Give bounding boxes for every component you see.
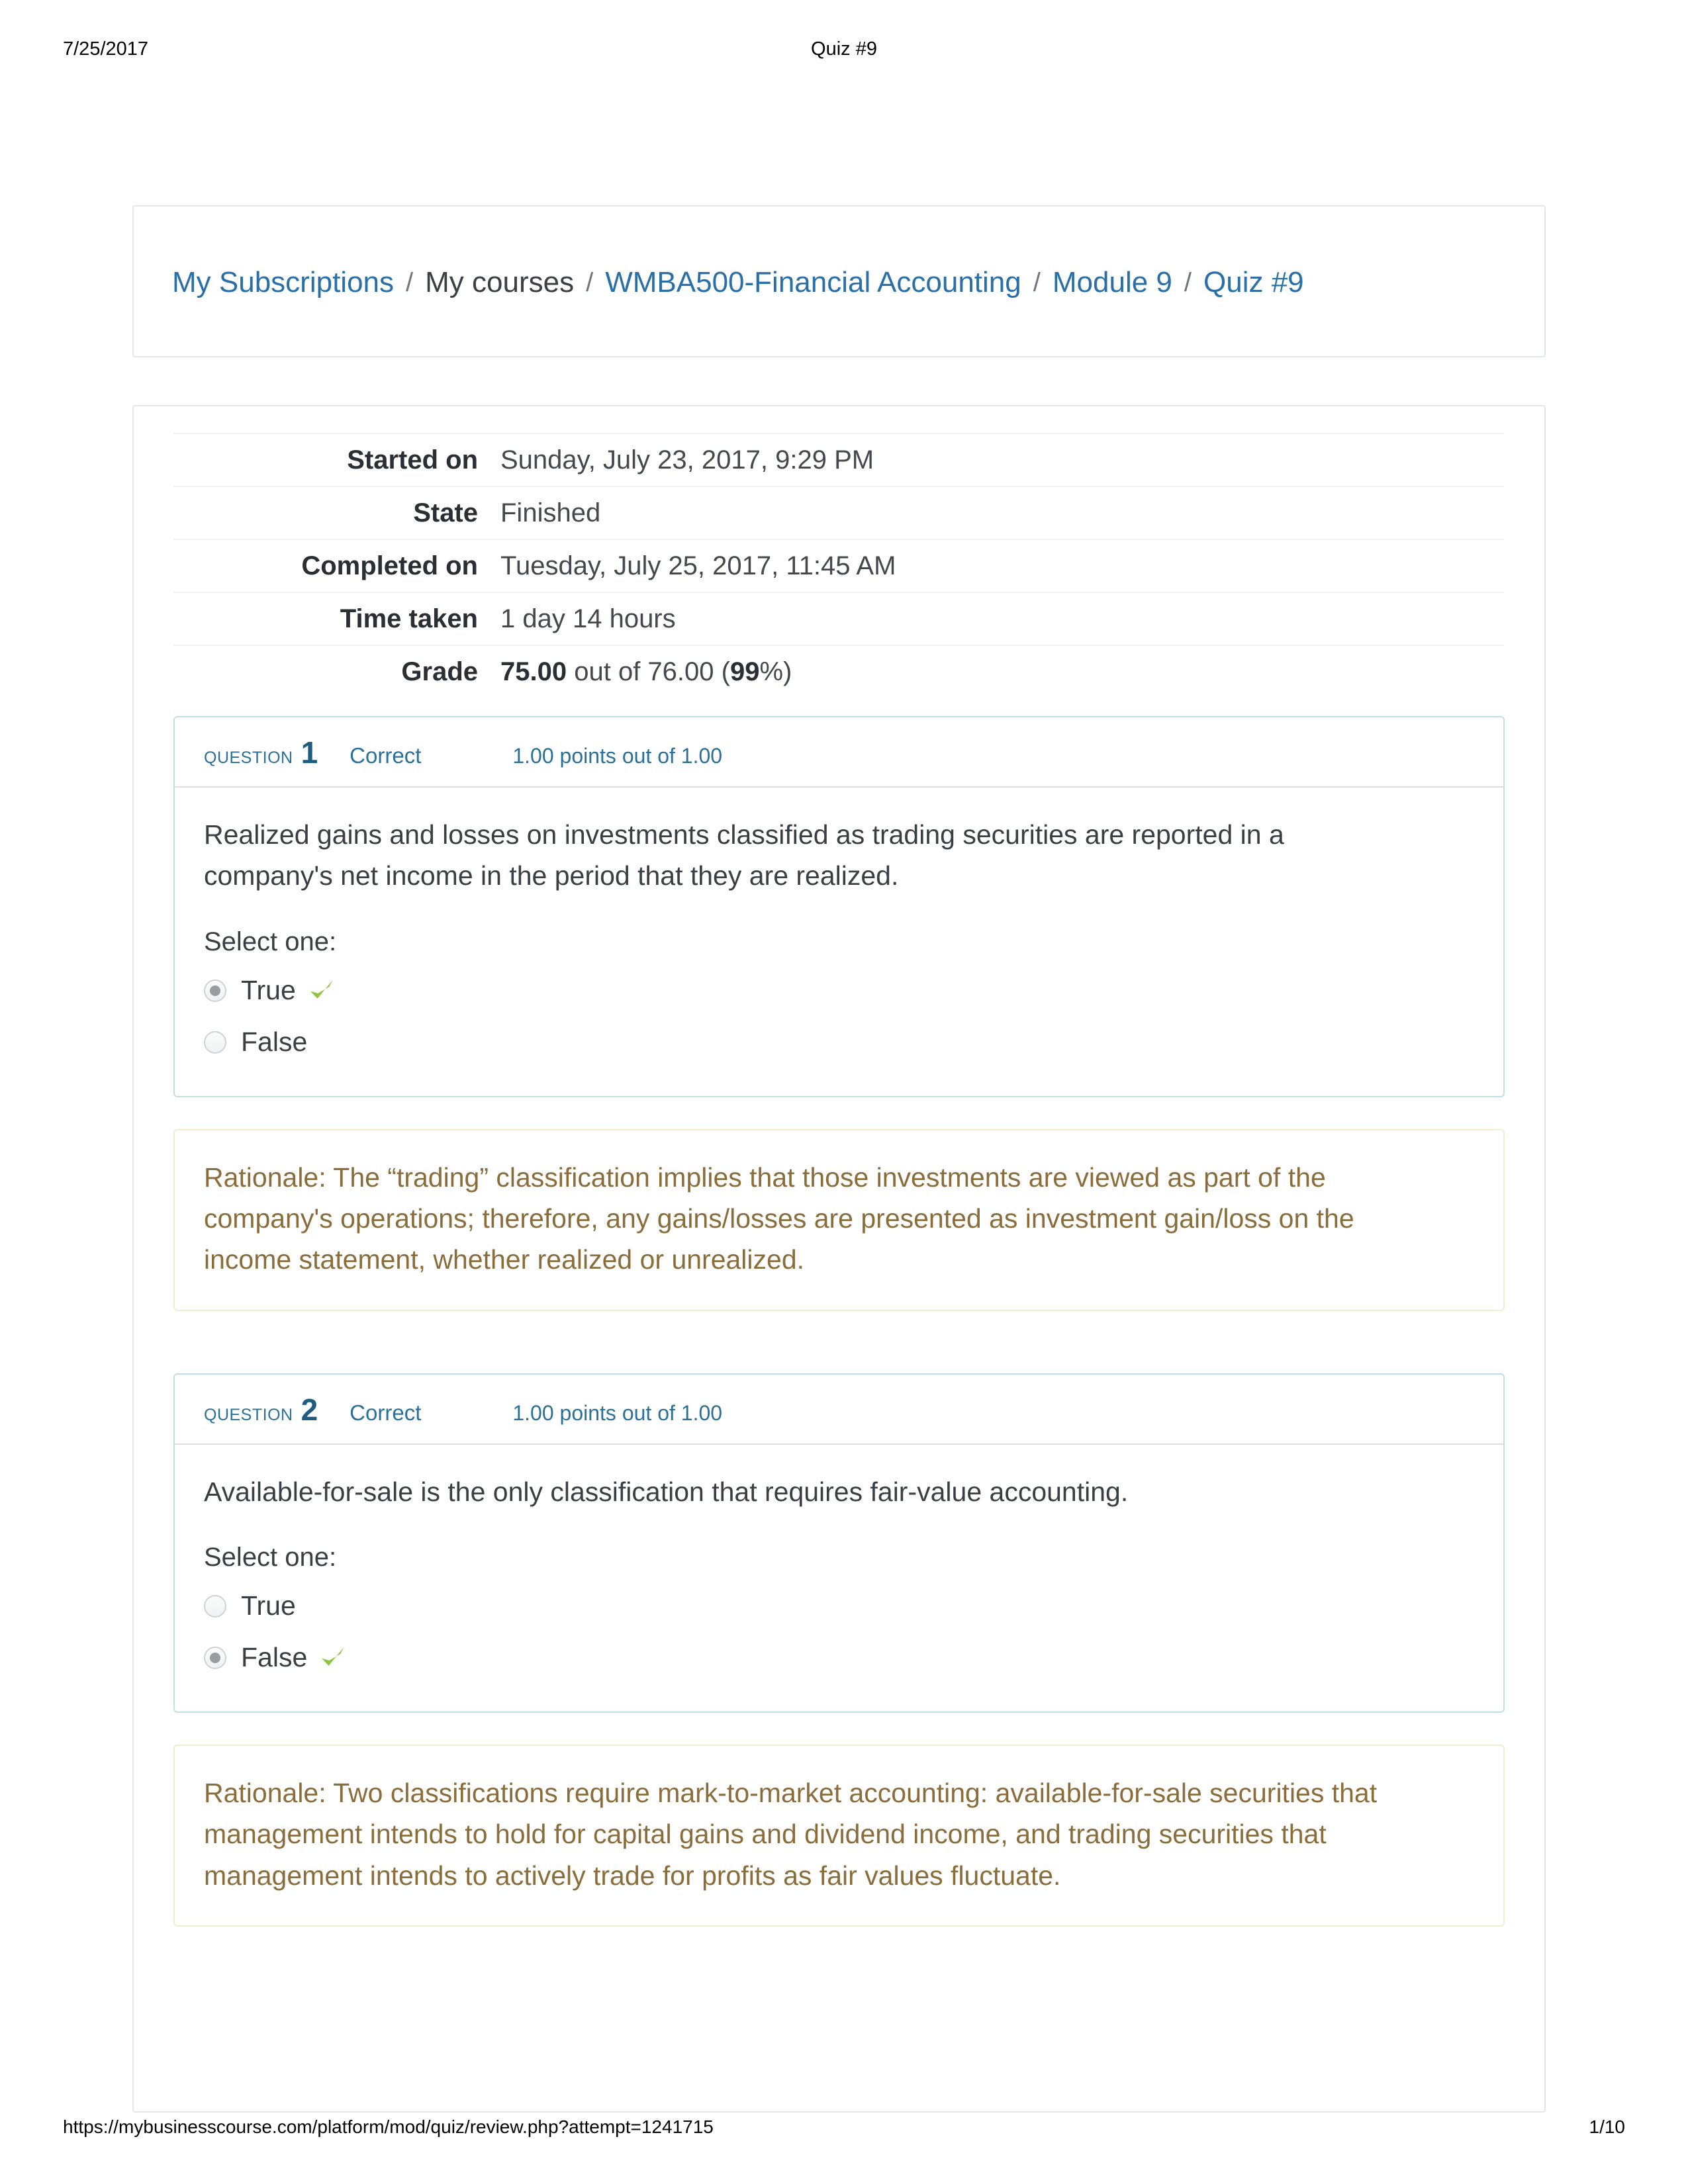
print-header: 7/25/2017 Quiz #9 — [0, 38, 1688, 65]
breadcrumb: My Subscriptions / My courses / WMBA500-… — [172, 206, 1304, 359]
print-title: Quiz #9 — [811, 38, 877, 60]
table-row: Completed on Tuesday, July 25, 2017, 11:… — [173, 539, 1504, 592]
rationale-text: Rationale: Two classifications require m… — [204, 1777, 1378, 1891]
question-header-1: Question 1 Correct 1.00 points out of 1.… — [175, 717, 1503, 788]
question-marks: 1.00 points out of 1.00 — [512, 1400, 723, 1425]
grade-score: 75.00 — [500, 657, 567, 686]
rationale-text: Rationale: The “trading” classification … — [204, 1161, 1354, 1275]
breadcrumb-item-quiz[interactable]: Quiz #9 — [1203, 266, 1304, 299]
breadcrumb-separator: / — [1033, 267, 1041, 297]
table-row: Time taken 1 day 14 hours — [173, 592, 1504, 645]
question-word-label: Question — [204, 741, 293, 768]
grade-percent: 99 — [729, 657, 760, 686]
breadcrumb-separator: / — [586, 267, 594, 297]
question-number: 2 — [301, 1392, 318, 1427]
select-one-prompt: Select one: — [204, 1542, 337, 1572]
summary-value-time-taken: 1 day 14 hours — [500, 604, 676, 633]
summary-label-time-taken: Time taken — [340, 604, 478, 633]
print-url: https://mybusinesscourse.com/platform/mo… — [63, 2116, 714, 2137]
question-marks: 1.00 points out of 1.00 — [512, 744, 723, 768]
summary-value-completed-on: Tuesday, July 25, 2017, 11:45 AM — [500, 551, 896, 580]
quiz-review-card: Started on Sunday, July 23, 2017, 9:29 P… — [132, 405, 1546, 2113]
radio-button-icon[interactable] — [204, 1030, 226, 1054]
table-row: State Finished — [173, 486, 1504, 539]
answer-label: False — [241, 1026, 308, 1058]
summary-label-grade: Grade — [401, 657, 478, 686]
grade-suffix: %) — [759, 657, 792, 686]
radio-button-icon[interactable] — [204, 1594, 226, 1617]
breadcrumb-item-my-subscriptions[interactable]: My Subscriptions — [172, 266, 394, 299]
answer-option-false[interactable]: False — [204, 1023, 1474, 1062]
table-row: Started on Sunday, July 23, 2017, 9:29 P… — [173, 433, 1504, 486]
question-state: Correct — [350, 743, 422, 768]
question-box-2: Question 2 Correct 1.00 points out of 1.… — [173, 1373, 1505, 1713]
answer-option-false[interactable]: False — [204, 1639, 1474, 1677]
print-footer: https://mybusinesscourse.com/platform/mo… — [0, 2116, 1688, 2143]
question-number: 1 — [301, 735, 318, 770]
answer-label: True — [241, 975, 296, 1006]
rationale-box-1: Rationale: The “trading” classification … — [173, 1128, 1505, 1311]
summary-label-state: State — [413, 498, 478, 527]
question-header-2: Question 2 Correct 1.00 points out of 1.… — [175, 1375, 1503, 1445]
breadcrumb-card: My Subscriptions / My courses / WMBA500-… — [132, 205, 1546, 357]
question-body-1: Realized gains and losses on investments… — [175, 788, 1503, 1096]
grade-middle: out of 76.00 ( — [567, 657, 730, 686]
breadcrumb-item-module[interactable]: Module 9 — [1053, 266, 1172, 299]
question-body-2: Available-for-sale is the only classific… — [175, 1445, 1503, 1711]
breadcrumb-separator: / — [406, 267, 414, 297]
attempt-summary-table: Started on Sunday, July 23, 2017, 9:29 P… — [173, 433, 1504, 698]
summary-value-grade: 75.00 out of 76.00 (99%) — [500, 645, 1504, 698]
correct-check-icon — [306, 976, 337, 1006]
question-box-1: Question 1 Correct 1.00 points out of 1.… — [173, 716, 1505, 1097]
rationale-box-2: Rationale: Two classifications require m… — [173, 1744, 1505, 1927]
summary-value-state: Finished — [500, 498, 601, 527]
answer-option-true[interactable]: True — [204, 1587, 1474, 1625]
question-spacer — [173, 1311, 1505, 1356]
correct-check-icon — [318, 1643, 348, 1673]
radio-button-icon[interactable] — [204, 1646, 226, 1669]
question-text: Realized gains and losses on investments… — [204, 819, 1284, 891]
answer-label: True — [241, 1590, 296, 1621]
page-body: My Subscriptions / My courses / WMBA500-… — [132, 205, 1546, 2113]
answer-label: False — [241, 1642, 308, 1673]
print-page-number: 1/10 — [1589, 2116, 1626, 2137]
question-text: Available-for-sale is the only classific… — [204, 1476, 1129, 1507]
answer-option-true[interactable]: True — [204, 972, 1474, 1010]
summary-label-started-on: Started on — [347, 445, 478, 475]
radio-button-icon[interactable] — [204, 979, 226, 1002]
breadcrumb-separator: / — [1184, 267, 1192, 297]
breadcrumb-item-my-courses: My courses — [425, 266, 575, 298]
question-state: Correct — [350, 1400, 422, 1425]
summary-label-completed-on: Completed on — [301, 551, 478, 580]
breadcrumb-item-course[interactable]: WMBA500-Financial Accounting — [605, 266, 1021, 299]
table-row: Grade 75.00 out of 76.00 (99%) — [173, 645, 1504, 698]
select-one-prompt: Select one: — [204, 927, 337, 956]
question-word-label: Question — [204, 1398, 293, 1426]
summary-value-started-on: Sunday, July 23, 2017, 9:29 PM — [500, 445, 874, 475]
